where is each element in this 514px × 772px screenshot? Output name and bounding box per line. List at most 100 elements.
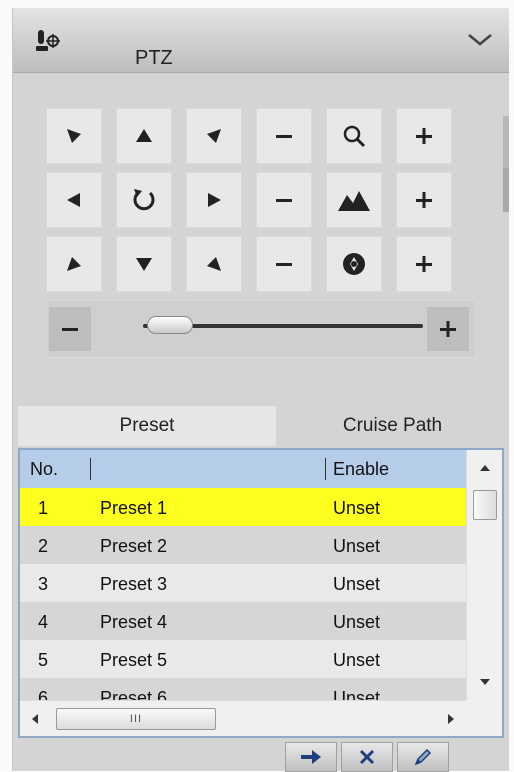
column-separator[interactable] — [90, 458, 91, 480]
edit-pencil-icon — [414, 748, 432, 766]
scroll-left-icon — [32, 714, 38, 724]
tilt-down-icon — [136, 258, 152, 271]
row-name: Preset 5 — [100, 650, 168, 670]
panel-scrollbar-thumb[interactable] — [503, 168, 509, 212]
pan-right-button[interactable] — [186, 172, 242, 228]
row-enable: Unset — [333, 612, 381, 632]
tab-preset[interactable]: Preset — [18, 406, 276, 446]
row-no: 1 — [38, 498, 49, 518]
focus-icon — [338, 191, 370, 211]
row-name: Preset 6 — [100, 688, 168, 700]
zoom-out-button[interactable] — [256, 108, 312, 164]
speed-decrease-button[interactable] — [49, 307, 91, 351]
delete-x-icon — [359, 749, 375, 765]
focus-minus-button[interactable] — [256, 172, 312, 228]
scroll-grip: III — [129, 713, 143, 725]
vertical-scroll-thumb[interactable] — [473, 490, 497, 520]
speed-increase-button[interactable] — [427, 307, 469, 351]
pan-down-left-icon — [67, 257, 81, 271]
focus-plus-icon — [416, 192, 432, 208]
scroll-up-icon — [480, 465, 490, 471]
pan-down-right-icon — [207, 257, 221, 271]
iris-plus-button[interactable] — [396, 236, 452, 292]
focus-plus-button[interactable] — [396, 172, 452, 228]
row-enable: Unset — [333, 650, 381, 670]
scrollbar-corner — [466, 700, 502, 736]
zoom-icon — [343, 125, 366, 148]
row-name: Preset 4 — [100, 612, 168, 632]
pan-up-left-button[interactable] — [46, 108, 102, 164]
table-vertical-scrollbar[interactable] — [466, 450, 502, 700]
table-horizontal-scrollbar[interactable]: III — [20, 700, 466, 736]
tilt-down-button[interactable] — [116, 236, 172, 292]
pan-down-left-button[interactable] — [46, 236, 102, 292]
column-separator[interactable] — [325, 458, 326, 480]
minus-icon — [62, 328, 78, 331]
edit-preset-button[interactable] — [397, 742, 449, 772]
pan-up-left-icon — [67, 129, 81, 143]
zoom-in-button[interactable] — [396, 108, 452, 164]
tilt-up-button[interactable] — [116, 108, 172, 164]
table-row[interactable]: 6 Preset 6 Unset — [20, 678, 466, 700]
row-name: Preset 3 — [100, 574, 168, 594]
row-enable: Unset — [333, 498, 381, 518]
focus-minus-icon — [276, 199, 292, 202]
delete-preset-button[interactable] — [341, 742, 393, 772]
table-row[interactable]: 4 Preset 4 Unset — [20, 602, 466, 640]
scroll-down-icon — [480, 679, 490, 685]
scroll-right-icon — [448, 714, 454, 724]
horizontal-scroll-thumb[interactable]: III — [56, 708, 216, 730]
pan-right-icon — [208, 193, 221, 207]
row-enable: Unset — [333, 688, 381, 700]
slider-thumb[interactable] — [147, 316, 194, 334]
row-enable: Unset — [333, 574, 381, 594]
zoom-minus-icon — [276, 135, 292, 138]
row-name: Preset 2 — [100, 536, 168, 556]
chevron-down-icon[interactable] — [465, 30, 495, 50]
column-header-no[interactable]: No. — [30, 459, 58, 480]
auto-rotate-button[interactable] — [116, 172, 172, 228]
column-header-enable[interactable]: Enable — [333, 459, 389, 480]
iris-minus-button[interactable] — [256, 236, 312, 292]
table-row[interactable]: 3 Preset 3 Unset — [20, 564, 466, 602]
speed-slider — [46, 300, 476, 358]
scroll-up-button[interactable] — [467, 450, 502, 486]
goto-arrow-icon — [301, 750, 321, 764]
tab-cruise-path[interactable]: Cruise Path — [276, 406, 509, 446]
zoom-plus-icon — [416, 128, 432, 144]
row-no: 3 — [38, 574, 49, 594]
focus-label-button[interactable] — [326, 172, 382, 228]
table-row[interactable]: 5 Preset 5 Unset — [20, 640, 466, 678]
row-enable: Unset — [333, 536, 381, 556]
tilt-up-icon — [136, 129, 152, 142]
preset-table: No. Enable 1 Preset 1 Unset 2 Preset 2 U… — [18, 448, 504, 738]
table-row[interactable]: 1 Preset 1 Unset — [20, 488, 466, 526]
zoom-label-button[interactable] — [326, 108, 382, 164]
rotate-icon — [133, 189, 155, 211]
iris-icon — [343, 253, 365, 275]
iris-plus-icon — [416, 256, 432, 272]
app-frame: PTZ Preset Cruise Path No. Enable 1 Pres… — [0, 0, 514, 772]
ptz-header: PTZ — [13, 8, 509, 73]
ptz-joystick-icon — [35, 28, 61, 54]
scroll-left-button[interactable] — [20, 701, 50, 736]
pan-up-right-icon — [207, 129, 221, 143]
row-no: 4 — [38, 612, 49, 632]
pan-down-right-button[interactable] — [186, 236, 242, 292]
plus-icon — [440, 321, 456, 337]
row-no: 2 — [38, 536, 49, 556]
table-row[interactable]: 2 Preset 2 Unset — [20, 526, 466, 564]
pan-left-button[interactable] — [46, 172, 102, 228]
iris-label-button[interactable] — [326, 236, 382, 292]
row-name: Preset 1 — [100, 498, 168, 518]
scroll-right-button[interactable] — [436, 701, 466, 736]
pan-up-right-button[interactable] — [186, 108, 242, 164]
scroll-down-button[interactable] — [467, 664, 502, 700]
row-no: 5 — [38, 650, 49, 670]
row-no: 6 — [38, 688, 49, 700]
panel-title: PTZ — [135, 47, 173, 69]
iris-minus-icon — [276, 263, 292, 266]
goto-preset-button[interactable] — [285, 742, 337, 772]
table-header: No. Enable — [20, 450, 466, 488]
ptz-panel: PTZ Preset Cruise Path No. Enable 1 Pres… — [12, 8, 509, 772]
